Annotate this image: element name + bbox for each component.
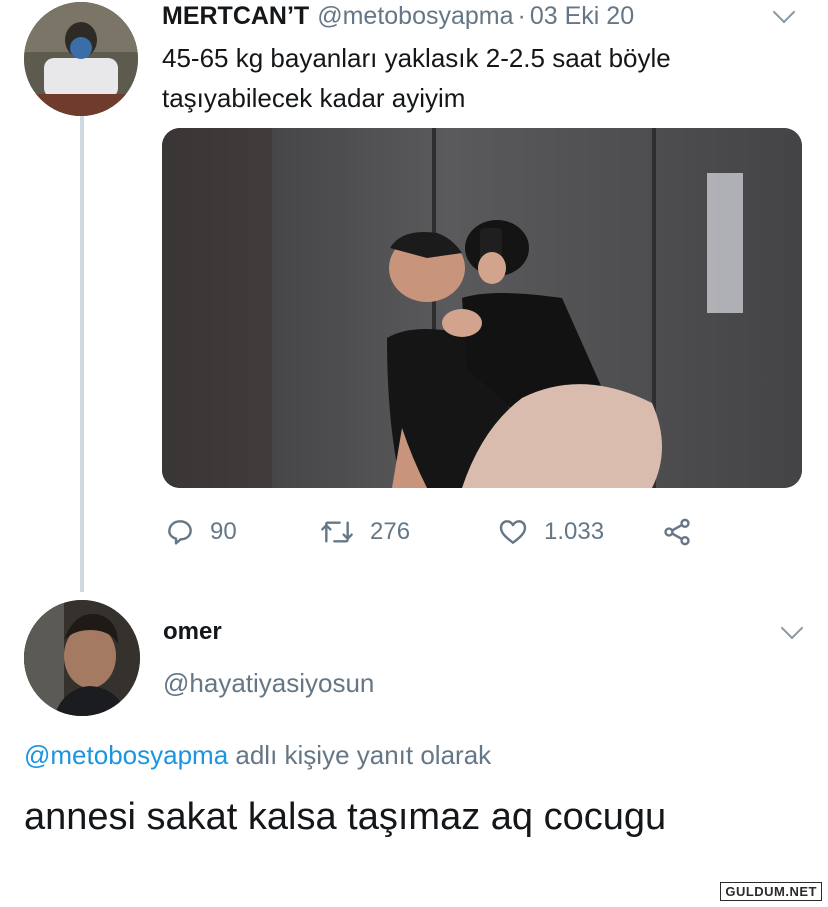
retweet-count: 276 — [370, 518, 411, 545]
reply-icon — [168, 520, 192, 545]
like-button[interactable]: 1.033 — [496, 512, 604, 552]
tweet-media[interactable] — [162, 128, 802, 488]
separator: · — [517, 2, 526, 30]
like-icon — [499, 520, 527, 544]
tweet-text: 45-65 kg bayanları yaklasık 2-2.5 saat b… — [162, 43, 671, 113]
reply-context: @metobosyapma adlı kişiye yanıt olarak — [24, 740, 491, 771]
avatar-image — [24, 2, 138, 116]
watermark: GULDUM.NET — [720, 882, 822, 901]
chevron-down-icon[interactable] — [772, 0, 796, 24]
retweet-button[interactable]: 276 — [318, 512, 410, 552]
tweet-date[interactable]: 03 Eki 20 — [530, 2, 634, 30]
chevron-down-icon[interactable] — [780, 616, 804, 640]
tweet-header: MERTCAN’T @metobosyapma · 03 Eki 20 — [162, 0, 634, 32]
user-handle[interactable]: @metobosyapma — [317, 2, 513, 30]
reply-text: annesi sakat kalsa taşımaz aq cocugu — [24, 796, 667, 838]
retweet-icon — [321, 521, 353, 543]
reply-count: 90 — [210, 518, 237, 545]
reply-user-handle[interactable]: @hayatiyasiyosun — [163, 668, 374, 699]
reply-context-text: adlı kişiye yanıt olarak — [228, 740, 492, 770]
avatar[interactable] — [24, 2, 138, 116]
share-icon — [664, 518, 690, 546]
reply-button[interactable]: 90 — [164, 512, 237, 552]
share-button[interactable] — [660, 512, 708, 552]
reply-display-name[interactable]: omer — [163, 618, 222, 646]
thread-line — [80, 114, 84, 592]
media-image — [162, 128, 802, 488]
mention-link[interactable]: @metobosyapma — [24, 740, 228, 770]
avatar[interactable] — [24, 600, 140, 716]
like-count: 1.033 — [544, 518, 605, 545]
display-name[interactable]: MERTCAN’T — [162, 2, 309, 30]
avatar-image — [24, 600, 140, 716]
